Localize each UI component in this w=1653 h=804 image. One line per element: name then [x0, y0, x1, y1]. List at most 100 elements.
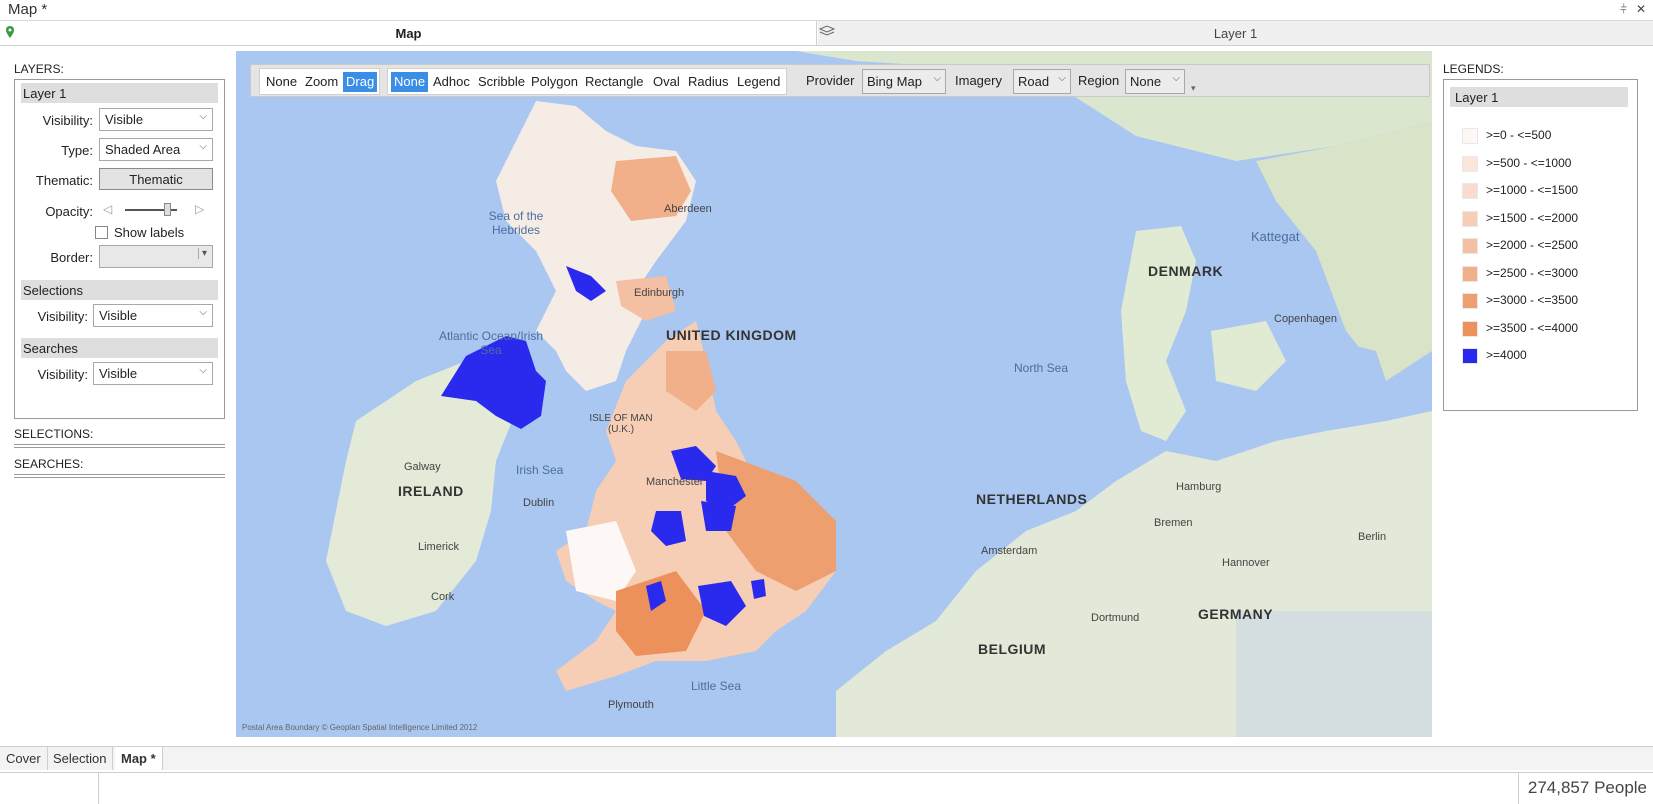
legend-label: >=4000: [1486, 348, 1527, 362]
denmark-land: [1121, 226, 1196, 441]
map-label-copenhagen: Copenhagen: [1274, 313, 1338, 325]
tab-map[interactable]: Map: [0, 21, 817, 45]
nav-zoom-button[interactable]: Zoom: [302, 72, 341, 92]
layer-header[interactable]: Layer 1: [21, 83, 218, 103]
legend-swatch: [1462, 238, 1478, 254]
legend-label: >=500 - <=1000: [1486, 155, 1572, 170]
visibility-select[interactable]: Visible ⌵: [99, 108, 213, 131]
chevron-down-icon: ⌵: [199, 111, 207, 122]
selections-title: SELECTIONS:: [14, 427, 94, 441]
searches-list: [14, 474, 225, 478]
show-labels-checkbox[interactable]: [95, 226, 108, 239]
chevron-down-icon: ⌵: [199, 307, 207, 318]
selections-visibility-select[interactable]: Visible ⌵: [93, 304, 213, 327]
tab-selection[interactable]: Selection: [47, 747, 114, 770]
legends-title: LEGENDS:: [1443, 62, 1504, 76]
tab-layer-1[interactable]: Layer 1: [818, 21, 1653, 45]
searches-visibility-label: Visibility:: [37, 367, 88, 382]
imagery-select[interactable]: Road ⌵: [1013, 69, 1071, 94]
status-bar: 274,857 People: [0, 772, 1653, 804]
map-label-netherlands: NETHERLANDS: [976, 491, 1088, 507]
map-label-hannover: Hannover: [1222, 557, 1270, 569]
decrease-opacity-icon[interactable]: ◁: [103, 202, 112, 216]
legend-swatch: [1462, 155, 1478, 172]
region-label: Region: [1078, 73, 1120, 88]
increase-opacity-icon[interactable]: ▷: [195, 202, 204, 216]
nav-drag-button[interactable]: Drag: [343, 72, 378, 92]
map-canvas[interactable]: UNITED KINGDOM IRELAND DENMARK NETHERLAN…: [236, 51, 1432, 737]
minimap[interactable]: [1236, 611, 1432, 737]
map-label-bremen: Bremen: [1154, 517, 1193, 529]
opacity-label: Opacity:: [45, 204, 93, 219]
select-none-button[interactable]: None: [391, 72, 429, 92]
legend-label: >=3000 - <=3500: [1486, 293, 1579, 307]
searches-visibility-select[interactable]: Visible ⌵: [93, 362, 213, 385]
opacity-slider-thumb[interactable]: [164, 203, 171, 216]
legend-label: >=2500 - <=3000: [1486, 265, 1579, 280]
map-label-hamburg: Hamburg: [1176, 481, 1222, 493]
map-label-irish-sea: Irish Sea: [516, 463, 564, 477]
select-radius-button[interactable]: Radius: [685, 72, 731, 92]
map-label-germany: GERMANY: [1198, 606, 1274, 622]
legend-label: >=3500 - <=4000: [1486, 320, 1579, 335]
selections-visibility-value: Visible: [99, 308, 138, 323]
map-label-uk: UNITED KINGDOM: [666, 327, 797, 343]
map-label-cork: Cork: [431, 591, 455, 603]
type-select[interactable]: Shaded Area ⌵: [99, 138, 213, 161]
selections-header[interactable]: Selections: [21, 280, 218, 300]
chevron-down-icon: ⌵: [1172, 73, 1180, 84]
select-scribble-button[interactable]: Scribble: [475, 72, 528, 92]
status-segment-2: [99, 773, 1519, 804]
tab-cover[interactable]: Cover: [0, 747, 48, 770]
tab-map-sheet[interactable]: Map *: [115, 747, 163, 770]
map-label-aberdeen: Aberdeen: [664, 203, 712, 215]
chevron-down-icon: ⌵: [199, 141, 207, 152]
people-count: 274,857 People: [1527, 778, 1647, 797]
provider-value: Bing Map: [867, 74, 922, 89]
select-oval-button[interactable]: Oval: [650, 72, 683, 92]
map-label-hebrides: Sea of the Hebrides: [488, 209, 544, 237]
pin-icon[interactable]: ⫩: [1620, 2, 1627, 17]
map-label-plymouth: Plymouth: [608, 699, 654, 711]
provider-select[interactable]: Bing Map ⌵: [862, 69, 946, 94]
nav-none-button[interactable]: None: [263, 72, 300, 92]
legend-item: >=4000: [1462, 345, 1632, 367]
select-rectangle-button[interactable]: Rectangle: [582, 72, 647, 92]
select-polygon-button[interactable]: Polygon: [528, 72, 581, 92]
layers-box: Layer 1 Visibility: Visible ⌵ Type: Shade…: [14, 79, 225, 419]
map-label-berlin: Berlin: [1358, 531, 1387, 543]
legend-item: >=1000 - <=1500: [1462, 180, 1632, 202]
toolbar-overflow-icon[interactable]: ▾: [1191, 83, 1196, 94]
region-select[interactable]: None ⌵: [1125, 69, 1185, 94]
thematic-button[interactable]: Thematic: [99, 168, 213, 190]
map-graphic: [326, 51, 1432, 737]
region-value: None: [1130, 74, 1162, 89]
map-label-limerick: Limerick: [418, 541, 459, 553]
legends-panel: LEGENDS: Layer 1 >=0 - <=500 >=500 - <=10…: [1443, 62, 1638, 411]
nav-mode-group: None Zoom Drag: [259, 68, 380, 95]
legend-item: >=3000 - <=3500: [1462, 290, 1632, 312]
legend-item: >=2000 - <=2500: [1462, 235, 1632, 257]
searches-header[interactable]: Searches: [21, 338, 218, 358]
provider-label: Provider: [806, 73, 855, 88]
legend-label: >=2000 - <=2500: [1486, 238, 1579, 252]
legend-layer-header[interactable]: Layer 1: [1450, 87, 1628, 107]
select-legend-button[interactable]: Legend: [734, 72, 783, 92]
legend-item: >=2500 - <=3000: [1462, 263, 1632, 285]
map-label-amsterdam: Amsterdam: [981, 545, 1038, 557]
map-label-denmark: DENMARK: [1148, 263, 1224, 279]
legend-label: >=0 - <=500: [1486, 128, 1552, 142]
type-row: Type: Shaded Area ⌵: [21, 138, 221, 162]
close-icon[interactable]: ✕: [1636, 2, 1646, 16]
imagery-value: Road: [1018, 74, 1050, 89]
select-adhoc-button[interactable]: Adhoc: [430, 72, 473, 92]
document-tabs: Map Layer 1: [0, 21, 1653, 46]
window-title: Map *: [8, 1, 48, 18]
legend-swatch: [1462, 265, 1478, 282]
legend-item: >=500 - <=1000: [1462, 153, 1632, 175]
border-color-select[interactable]: ▾: [99, 245, 213, 268]
searches-visibility-row: Visibility: Visible ⌵: [21, 362, 221, 386]
map-label-galway: Galway: [404, 461, 441, 473]
window-titlebar: Map * ⫩ ✕: [0, 0, 1653, 21]
map-copyright: Postal Area Boundary © Geoplan Spatial I…: [242, 723, 478, 732]
